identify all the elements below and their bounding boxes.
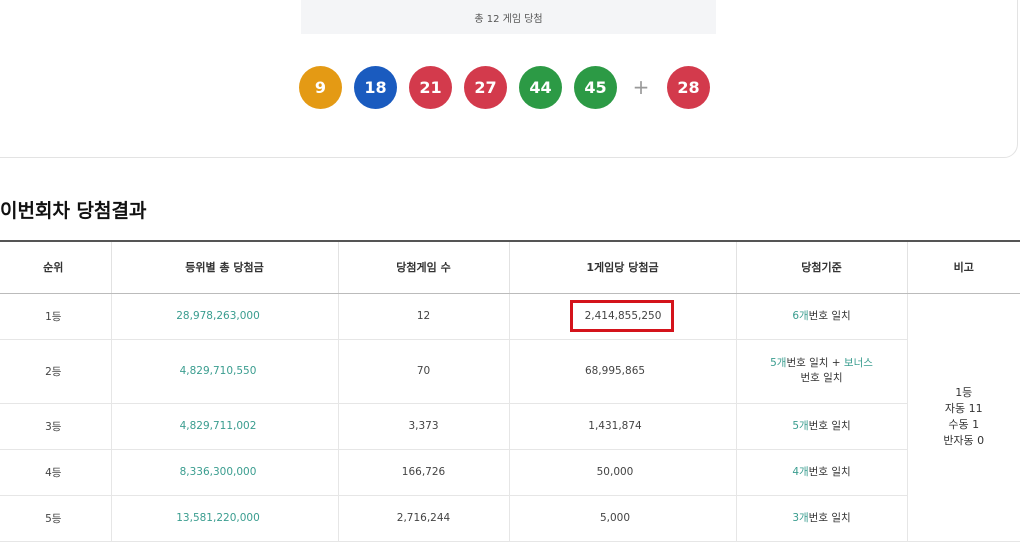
prize-per-game-cell: 2,414,855,250 [508,293,736,340]
criteria-text: 번호 일치 [800,372,843,384]
criteria-text: 번호 일치 [808,465,851,478]
table-row: 4등 8,336,300,000 166,726 50,000 4개번호 일치 [0,449,1020,496]
section-title: 이번회차 당첨결과 [0,200,147,222]
bonus-number-ball: 28 [667,65,710,109]
results-table: 순위 등위별 총 당첨금 당첨게임 수 1게임당 당첨금 당첨기준 비고 1등 … [0,240,1020,542]
highlight-box: 2,414,855,250 [569,300,675,332]
rank-cell: 5등 [0,495,111,542]
criteria-cell: 3개번호 일치 [735,495,907,542]
winner-count-cell: 70 [337,339,509,404]
table-row: 5등 13,581,220,000 2,716,244 5,000 3개번호 일… [0,495,1020,542]
table-header-row: 순위 등위별 총 당첨금 당첨게임 수 1게임당 당첨금 당첨기준 비고 [0,240,1020,294]
note-line: 수동 1 [948,418,980,431]
criteria-text: 번호 일치 [808,511,851,524]
table-row: 3등 4,829,711,002 3,373 1,431,874 5개번호 일치 [0,403,1020,450]
winner-count-cell: 166,726 [337,449,509,496]
criteria-text: 번호 일치 + [786,357,844,369]
total-prize-cell: 8,336,300,000 [110,449,338,496]
prize-per-game-cell: 1,431,874 [508,403,736,450]
criteria-cell: 5개번호 일치 [735,403,907,450]
number-ball: 44 [519,65,562,109]
criteria-text: 번호 일치 [808,309,851,322]
header-rank: 순위 [0,240,111,294]
note-cell: 1등 자동 11 수동 1 반자동 0 [906,293,1020,542]
header-criteria: 당첨기준 [735,240,907,294]
criteria-highlight: 5개 [770,357,787,369]
rank-cell: 1등 [0,293,111,340]
rank-cell: 2등 [0,339,111,404]
criteria-text: 번호 일치 [808,419,851,432]
winning-summary: 총 12 게임 당첨 [301,0,716,34]
criteria-highlight: 5개 [792,419,809,432]
header-prize-per-game: 1게임당 당첨금 [508,240,736,294]
number-ball: 27 [464,65,507,109]
criteria-cell: 4개번호 일치 [735,449,907,496]
winner-count-cell: 12 [337,293,509,340]
number-ball: 18 [354,65,397,109]
rank-cell: 4등 [0,449,111,496]
prize-per-game-cell: 50,000 [508,449,736,496]
prize-per-game-cell: 68,995,865 [508,339,736,404]
number-ball: 9 [299,65,342,109]
total-prize-cell: 4,829,710,550 [110,339,338,404]
note-line: 반자동 0 [943,434,985,447]
winner-count-cell: 3,373 [337,403,509,450]
table-row: 1등 28,978,263,000 12 2,414,855,250 6개번호 … [0,293,1020,542]
number-ball: 45 [574,65,617,109]
header-winner-count: 당첨게임 수 [337,240,509,294]
criteria-highlight: 보너스 [843,357,873,369]
rank-cell: 3등 [0,403,111,450]
total-prize-cell: 13,581,220,000 [110,495,338,542]
prize-per-game-value: 2,414,855,250 [584,310,662,322]
header-note: 비고 [906,240,1020,294]
number-ball: 21 [409,65,452,109]
summary-text: 총 12 게임 당첨 [474,13,543,25]
criteria-cell: 5개번호 일치 + 보너스 번호 일치 [735,339,907,404]
criteria-highlight: 3개 [792,511,809,524]
note-line: 자동 11 [944,402,983,415]
header-total-prize: 등위별 총 당첨금 [110,240,338,294]
table-row: 2등 4,829,710,550 70 68,995,865 5개번호 일치 +… [0,339,1020,404]
winning-numbers: 9 18 21 27 44 45 + 28 [299,65,722,109]
winner-count-cell: 2,716,244 [337,495,509,542]
total-prize-cell: 4,829,711,002 [110,403,338,450]
criteria-cell: 6개번호 일치 [735,293,907,340]
total-prize-cell: 28,978,263,000 [110,293,338,340]
plus-icon: + [632,75,650,99]
prize-per-game-cell: 5,000 [508,495,736,542]
note-line: 1등 [955,386,973,399]
criteria-highlight: 4개 [792,465,809,478]
criteria-highlight: 6개 [792,309,809,322]
